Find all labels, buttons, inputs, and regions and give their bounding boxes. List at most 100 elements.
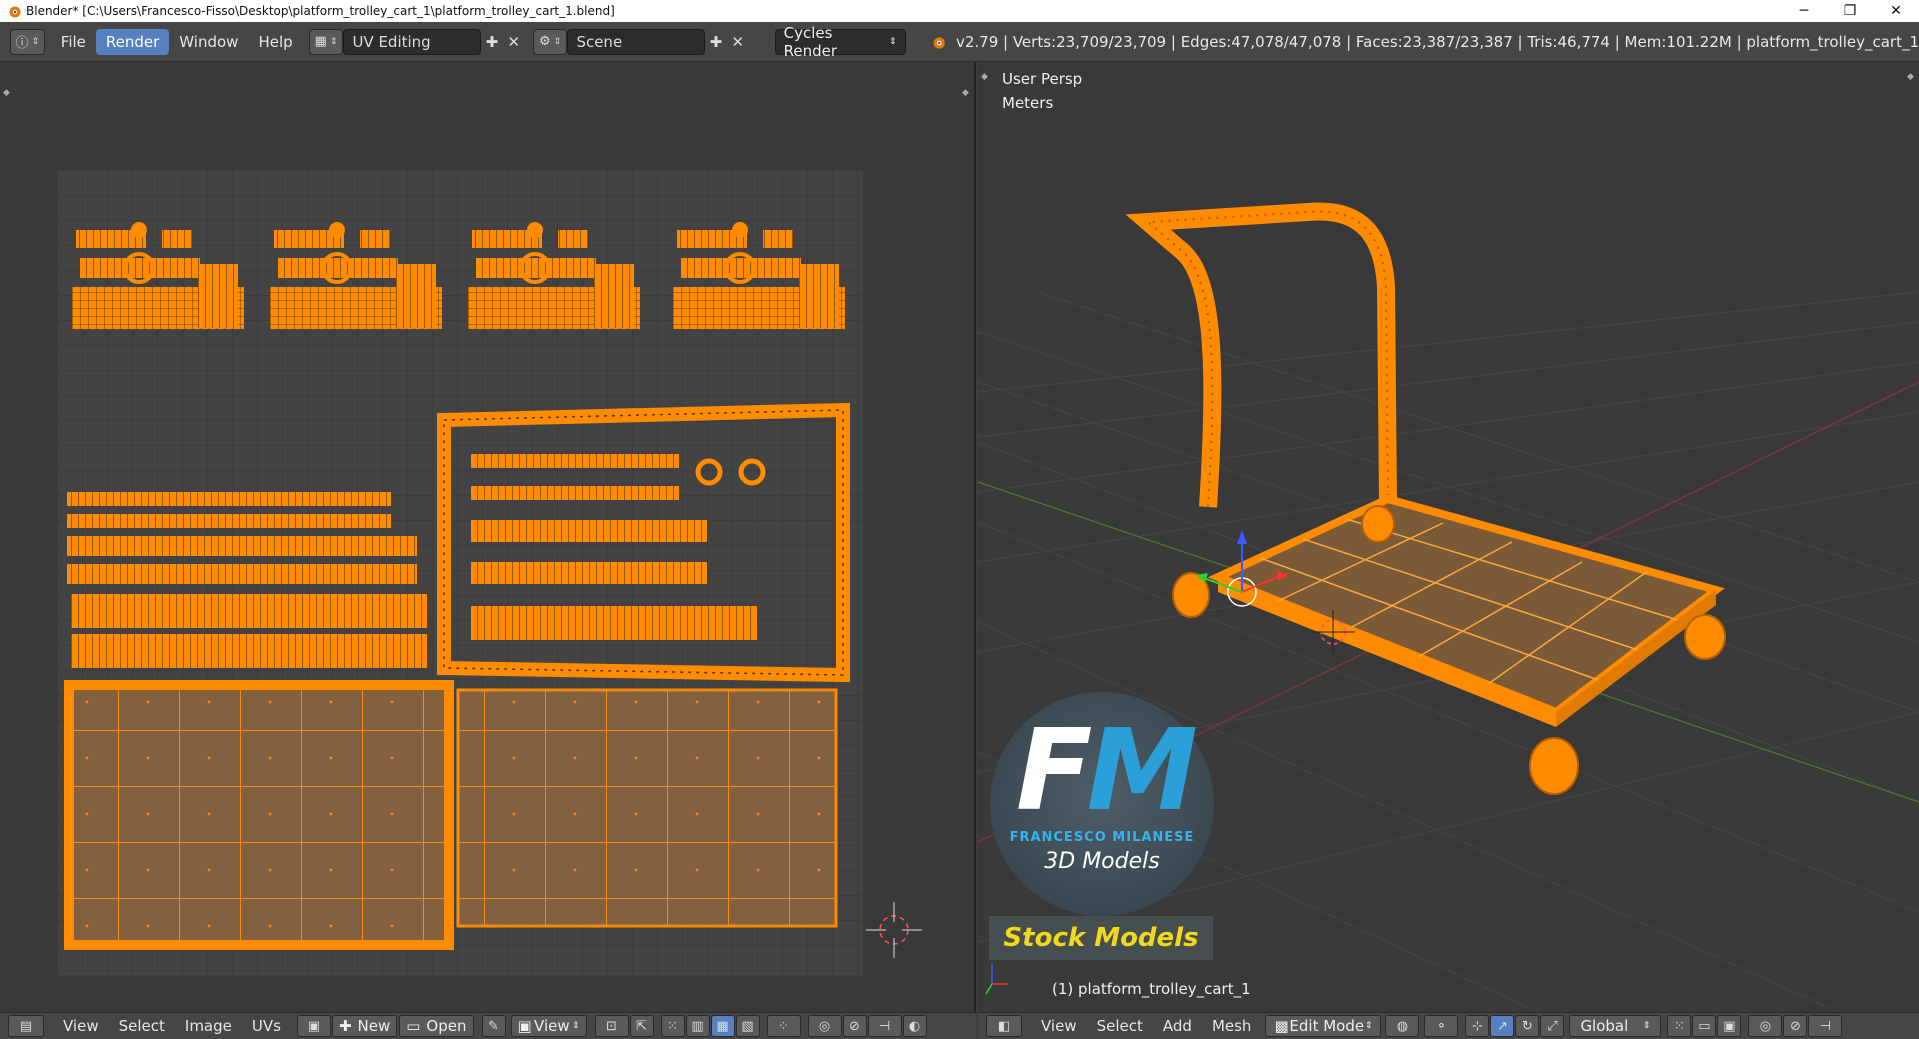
view-mode-select[interactable]: ▣ View ⇕ xyxy=(510,1015,587,1037)
scene-icon: ⚙ xyxy=(538,34,551,49)
dropdown-arrows-icon: ⇕ xyxy=(1642,1021,1651,1031)
transform-orientation-select[interactable]: Global ⇕ xyxy=(1569,1015,1662,1037)
image-browse-button[interactable]: ▣ xyxy=(296,1015,331,1037)
scene-field[interactable]: Scene xyxy=(567,28,705,55)
edit-mode-icon: ▩ xyxy=(1274,1017,1289,1035)
restore-button[interactable]: ❐ xyxy=(1827,0,1873,22)
uv-editor-header: ▤ View Select Image UVs ▣ ✚ New ▭ Open ✎ ▣… xyxy=(0,1012,976,1039)
fm-initial-f: F xyxy=(1016,706,1092,836)
screen-layout-icon: ▦ xyxy=(314,34,327,49)
uv-menu-view[interactable]: View xyxy=(53,1017,109,1035)
snap-icon[interactable]: ⊘ xyxy=(1783,1015,1808,1037)
snap-element-icon[interactable]: ⊣ xyxy=(867,1015,902,1037)
trolley-handle xyxy=(1125,202,1397,508)
dropdown-arrows-icon: ⇕ xyxy=(889,36,897,47)
pivot-select[interactable]: ⊡ xyxy=(594,1015,629,1037)
dropdown-arrows-icon: ⇕ xyxy=(571,1021,580,1031)
render-engine-value: Cycles Render xyxy=(783,23,838,60)
scene-browse[interactable]: ⚙ ⇕ xyxy=(532,28,568,55)
add-scene-button[interactable]: ✚ xyxy=(705,29,727,55)
uv-island-platform-bottom xyxy=(456,688,838,928)
vertex-select-icon[interactable]: ⁙ xyxy=(660,1015,685,1037)
menu-file[interactable]: File xyxy=(51,29,96,55)
window-title-bar: Blender* [C:\Users\Francesco-Fisso\Deskt… xyxy=(0,0,1919,22)
editor-type-selector[interactable]: ▤ xyxy=(8,1015,44,1037)
remove-scene-button[interactable]: ✕ xyxy=(727,29,749,55)
screen-layout-browse[interactable]: ▦ ⇕ xyxy=(308,28,344,55)
x-icon: ✕ xyxy=(507,32,521,51)
screen-layout-field[interactable]: UV Editing xyxy=(343,28,481,55)
menu-window[interactable]: Window xyxy=(169,29,248,55)
axis-indicator-icon xyxy=(985,964,1008,995)
interaction-mode-label: Edit Mode xyxy=(1289,1017,1365,1035)
view-mode-label: View xyxy=(534,1017,570,1035)
uv-menu-image[interactable]: Image xyxy=(175,1017,242,1035)
snap-element-icon[interactable]: ⊣ xyxy=(1808,1015,1843,1037)
area-split-icon[interactable]: ◆ xyxy=(1907,72,1914,82)
snap-icon[interactable]: ⊘ xyxy=(842,1015,867,1037)
scene-name: Scene xyxy=(576,32,623,51)
blender-logo-icon xyxy=(933,36,945,49)
uv-menu-uvs[interactable]: UVs xyxy=(242,1017,291,1035)
transform-orientation-label: Global xyxy=(1580,1017,1629,1035)
uv-image-editor[interactable]: ◆ ◆ xyxy=(0,62,976,1012)
new-image-button[interactable]: ✚ New xyxy=(331,1015,398,1037)
edge-select-mode-icon[interactable]: ▭ xyxy=(1692,1015,1717,1037)
vp-menu-view[interactable]: View xyxy=(1031,1017,1087,1035)
scale-manipulator-icon[interactable]: ⤢ xyxy=(1540,1015,1565,1037)
close-button[interactable]: ✕ xyxy=(1873,0,1919,22)
rotate-manipulator-icon[interactable]: ↻ xyxy=(1515,1015,1540,1037)
editor-type-selector[interactable]: ⓘ ⇕ xyxy=(10,28,45,55)
overlay-icon[interactable]: ◐ xyxy=(902,1015,927,1037)
uv-island-strips xyxy=(67,492,427,668)
face-select-icon[interactable]: ▦ xyxy=(710,1015,735,1037)
sticky-select-icon[interactable]: ⁘ xyxy=(766,1015,801,1037)
pivot-point-icon[interactable]: ⚬ xyxy=(1424,1015,1459,1037)
area-split-icon[interactable]: ◆ xyxy=(3,88,10,98)
uv-menu-select[interactable]: Select xyxy=(109,1017,175,1035)
manipulator-toggle-icon[interactable]: ⊹ xyxy=(1465,1015,1490,1037)
translate-manipulator-icon[interactable]: ↗ xyxy=(1490,1015,1515,1037)
remove-screen-button[interactable]: ✕ xyxy=(503,29,525,55)
vertex-select-mode-icon[interactable]: ⁙ xyxy=(1667,1015,1692,1037)
x-icon: ✕ xyxy=(731,32,745,51)
uv-layout-canvas[interactable] xyxy=(57,170,863,976)
minimize-button[interactable]: ─ xyxy=(1781,0,1827,22)
vp-menu-add[interactable]: Add xyxy=(1153,1017,1202,1035)
interaction-mode-select[interactable]: ▩ Edit Mode ⇕ xyxy=(1265,1015,1382,1037)
add-screen-button[interactable]: ✚ xyxy=(481,29,503,55)
fm-logo-name: FRANCESCO MILANESE xyxy=(1009,830,1195,845)
uv-island-platform-top xyxy=(64,680,454,950)
menu-render[interactable]: Render xyxy=(95,28,170,55)
2d-cursor-icon[interactable] xyxy=(864,900,924,960)
fm-logo-tagline: 3D Models xyxy=(1044,849,1160,874)
image-editor-icon: ▤ xyxy=(19,1018,33,1034)
vp-menu-select[interactable]: Select xyxy=(1087,1017,1153,1035)
view-name-label: User Persp xyxy=(1002,70,1083,88)
plus-icon: ✚ xyxy=(709,32,723,51)
viewport-shading-icon[interactable]: ◍ xyxy=(1385,1015,1420,1037)
window-title: Blender* [C:\Users\Francesco-Fisso\Deskt… xyxy=(26,4,615,18)
area-split-icon[interactable]: ◆ xyxy=(962,88,969,98)
cube-icon: ◧ xyxy=(997,1018,1011,1034)
proportional-edit-icon[interactable]: ◎ xyxy=(1748,1015,1783,1037)
edge-select-icon[interactable]: ▥ xyxy=(685,1015,710,1037)
open-image-button[interactable]: ▭ Open xyxy=(399,1015,474,1037)
fm-logo-initials: FM xyxy=(1014,715,1198,827)
active-object-label: (1) platform_trolley_cart_1 xyxy=(1052,980,1251,998)
pin-icon[interactable]: ✎ xyxy=(481,1015,506,1037)
fm-initial-m: M xyxy=(1086,706,1198,836)
area-split-icon[interactable]: ◆ xyxy=(981,72,988,82)
menu-help[interactable]: Help xyxy=(248,29,302,55)
blender-logo-icon xyxy=(9,6,21,18)
island-select-icon[interactable]: ▧ xyxy=(735,1015,760,1037)
info-header: ⓘ ⇕ File Render Window Help ▦ ⇕ UV Editing… xyxy=(0,22,1919,62)
sync-selection-icon[interactable]: ⇱ xyxy=(629,1015,654,1037)
editor-type-selector[interactable]: ◧ xyxy=(986,1015,1022,1037)
face-select-mode-icon[interactable]: ▣ xyxy=(1717,1015,1742,1037)
render-engine-select[interactable]: Cycles Render ⇕ xyxy=(774,24,906,60)
info-icon: ⓘ xyxy=(15,36,29,51)
proportional-edit-icon[interactable]: ◎ xyxy=(807,1015,842,1037)
scene-statistics: v2.79 | Verts:23,709/23,709 | Edges:47,0… xyxy=(955,32,1919,51)
vp-menu-mesh[interactable]: Mesh xyxy=(1202,1017,1262,1035)
